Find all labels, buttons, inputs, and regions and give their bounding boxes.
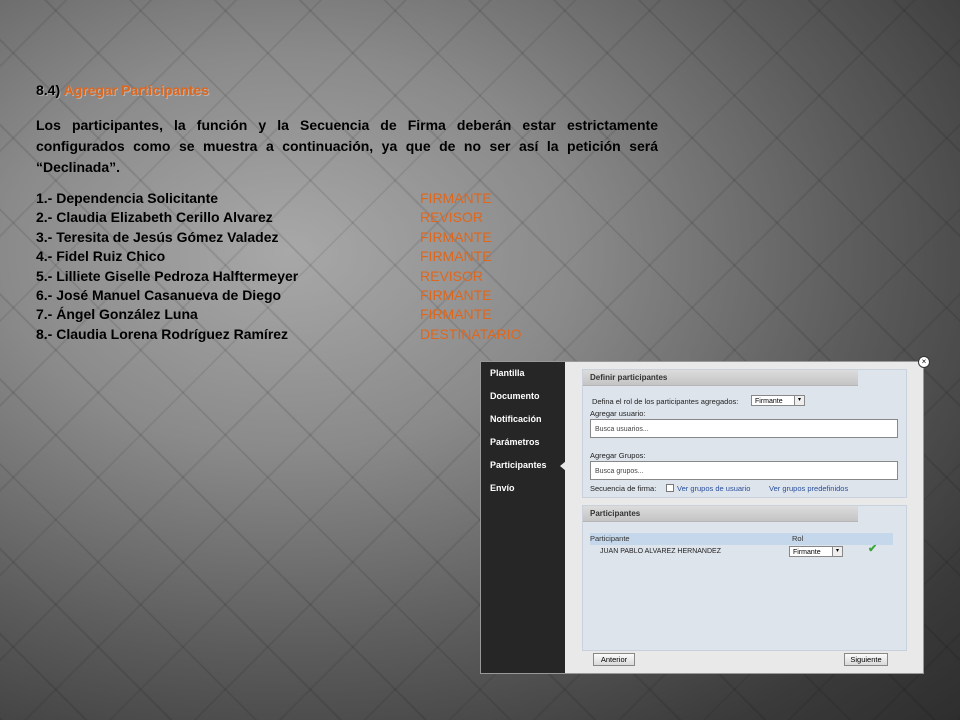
groups-search-input[interactable]: Busca grupos... [590, 461, 898, 480]
define-participants-box: Definir participantes Defina el rol de l… [582, 369, 907, 498]
sidebar-item-plantilla[interactable]: Plantilla [481, 362, 565, 385]
embedded-screenshot: Plantilla Documento Notificación Parámet… [480, 361, 924, 674]
list-item: 8.- Claudia Lorena Rodríguez Ramírez DEST… [36, 325, 522, 342]
instructions-paragraph: Los participantes, la función y la Secue… [36, 117, 658, 175]
list-item: 4.- Fidel Ruiz Chico FIRMANTE [36, 248, 492, 265]
define-participants-title: Definir participantes [583, 370, 858, 386]
participant-name: JUAN PABLO ALVAREZ HERNANDEZ [600, 548, 721, 555]
next-button[interactable]: Siguiente [844, 653, 888, 666]
previous-button[interactable]: Anterior [593, 653, 635, 666]
wizard-sidebar: Plantilla Documento Notificación Parámet… [481, 362, 566, 673]
participants-list: 1.- Dependencia Solicitante FIRMANTE 2.- … [36, 189, 658, 344]
section-number: 8.4) [36, 82, 61, 98]
col-participant: Participante [590, 534, 630, 543]
user-groups-link[interactable]: Ver grupos de usuario [677, 484, 750, 493]
predefined-groups-link[interactable]: Ver grupos predefinidos [769, 484, 848, 493]
sidebar-item-documento[interactable]: Documento [481, 385, 565, 408]
col-role: Rol [792, 534, 804, 543]
list-item: 2.- Claudia Elizabeth Cerillo Alvarez REV… [36, 209, 484, 226]
section-heading: 8.4) Agregar Participantes [36, 82, 658, 98]
checkmark-icon[interactable]: ✔ [868, 542, 877, 555]
sidebar-item-participantes[interactable]: Participantes [481, 454, 566, 477]
participants-box: Participantes Participante Rol JUAN PABL… [582, 505, 907, 651]
sidebar-item-notificacion[interactable]: Notificación [481, 408, 565, 431]
participant-role-value: Firmante [793, 549, 821, 556]
sequence-checkbox[interactable] [666, 484, 674, 492]
sidebar-item-envio[interactable]: Envío [481, 477, 565, 500]
section-title: Agregar Participantes [63, 82, 210, 98]
slide-content: 8.4) Agregar Participantes Los participa… [36, 82, 658, 344]
participants-table-header: Participante Rol [590, 533, 893, 545]
chevron-down-icon: ▾ [794, 396, 804, 405]
chevron-down-icon: ▾ [832, 547, 842, 556]
user-label: Agregar usuario: [590, 409, 646, 418]
groups-label: Agregar Grupos: [590, 451, 646, 460]
role-label: Defina el rol de los participantes agreg… [592, 397, 739, 406]
list-item: 1.- Dependencia Solicitante FIRMANTE [36, 190, 492, 206]
list-item: 6.- José Manuel Casanueva de Diego FIRMAN… [36, 286, 492, 303]
role-select-value: Firmante [755, 398, 783, 405]
list-item: 5.- Lilliete Giselle Pedroza Halftermeye… [36, 267, 484, 284]
user-search-input[interactable]: Busca usuarios... [590, 419, 898, 438]
role-select[interactable]: Firmante ▾ [751, 395, 805, 406]
participant-role-select[interactable]: Firmante ▾ [789, 546, 843, 557]
list-item: 3.- Teresita de Jesús Gómez Valadez FIRMA… [36, 228, 492, 245]
close-icon[interactable]: × [918, 356, 930, 368]
sidebar-item-parametros[interactable]: Parámetros [481, 431, 565, 454]
wizard-main: Definir participantes Defina el rol de l… [565, 362, 923, 673]
participants-title: Participantes [583, 506, 858, 522]
sequence-label: Secuencia de firma: [590, 484, 657, 493]
list-item: 7.- Ángel González Luna FIRMANTE [36, 306, 492, 323]
